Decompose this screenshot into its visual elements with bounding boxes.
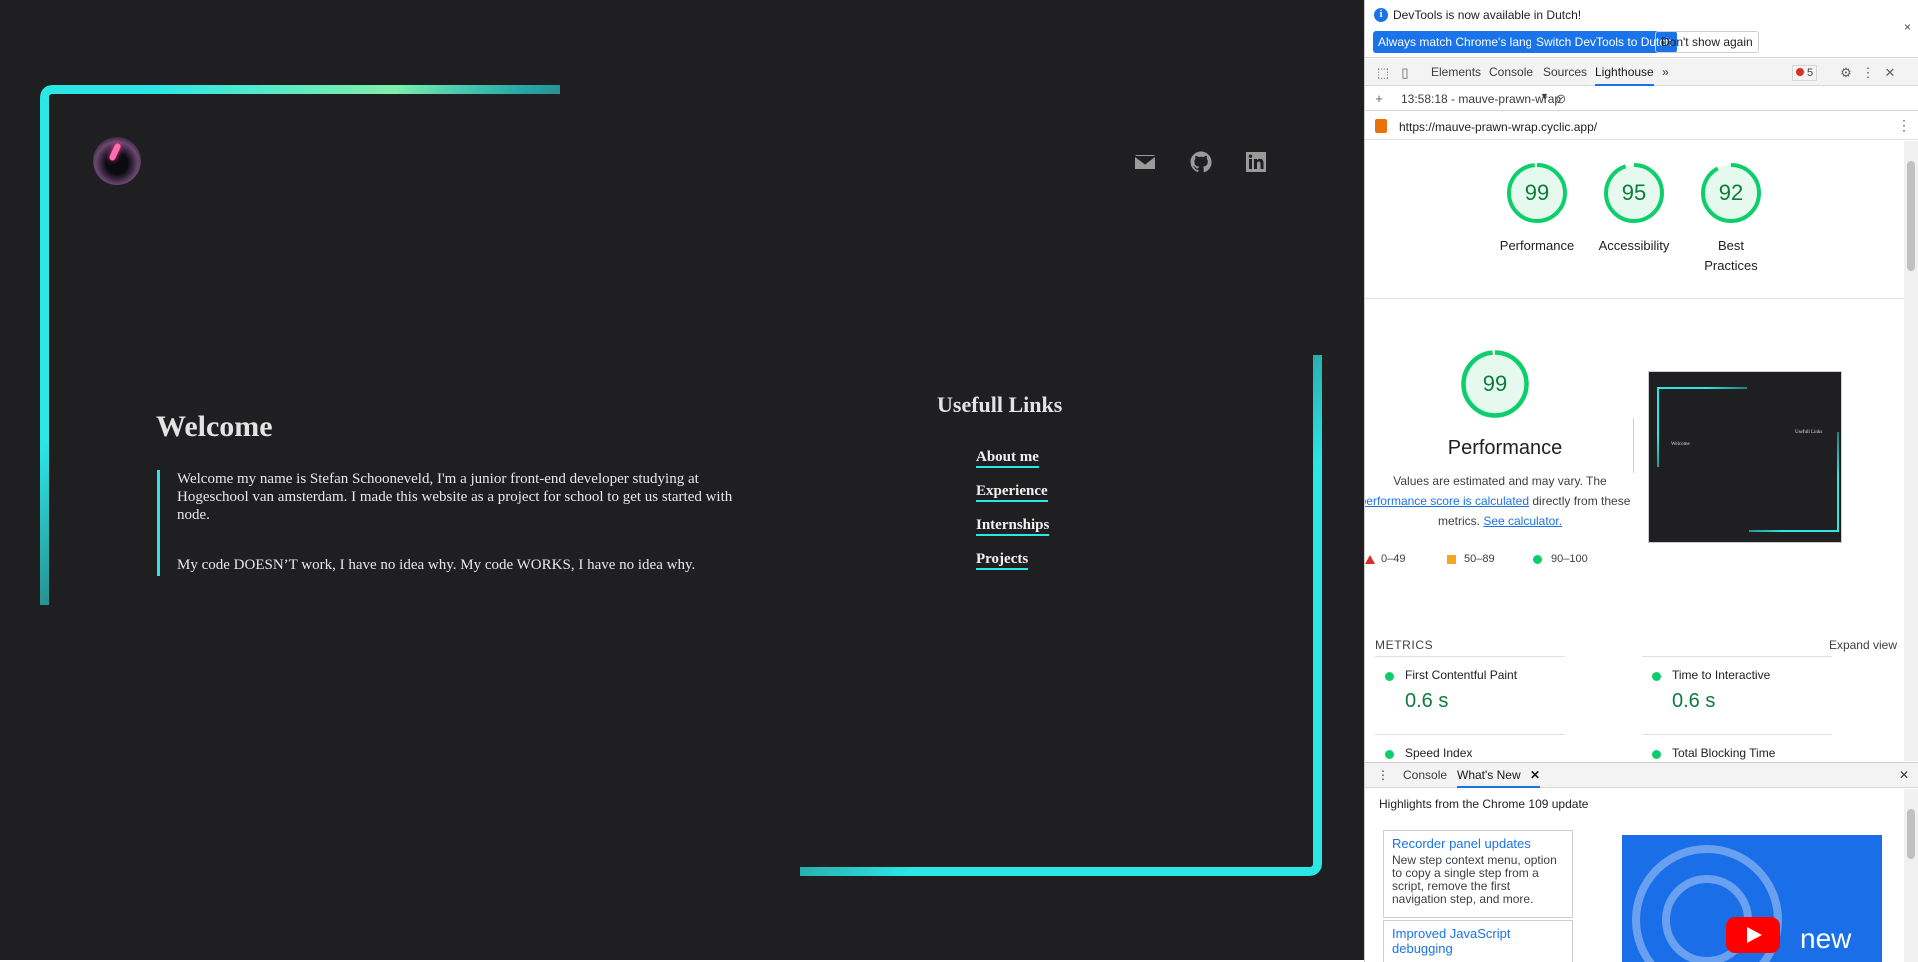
device-toolbar-icon[interactable]: ▯ <box>1397 65 1413 81</box>
drawer-scrollbar[interactable] <box>1904 789 1918 962</box>
quote-text: My code DOESN’T work, I have no idea why… <box>177 557 696 573</box>
lighthouse-logo-icon <box>1375 119 1387 133</box>
lighthouse-report: 99 Performance 95 Accessibility 92 Best … <box>1365 141 1918 761</box>
metric-speed-index: Speed Index <box>1375 734 1565 761</box>
performance-label: Performance <box>1499 238 1575 253</box>
chevron-down-icon[interactable]: ▼ <box>1540 91 1549 101</box>
useful-links-title: Usefull Links <box>937 392 1063 417</box>
legend-good: 90–100 <box>1551 553 1588 565</box>
performance-gauge[interactable]: 99 <box>1505 161 1569 225</box>
score-calculation-link[interactable]: performance score is calculated <box>1365 494 1529 508</box>
close-devtools-icon[interactable]: ✕ <box>1882 65 1898 81</box>
tab-lighthouse[interactable]: Lighthouse <box>1595 59 1654 86</box>
language-infobar: i DevTools is now available in Dutch! × … <box>1365 0 1918 58</box>
divider <box>1365 298 1905 299</box>
lighthouse-toolbar: + 13:58:18 - mauve-prawn-wrap ▼ ⊘ <box>1365 87 1918 111</box>
whats-new-panel: Highlights from the Chrome 109 update Re… <box>1365 789 1918 962</box>
good-score-icon <box>1652 750 1661 759</box>
metric-total-blocking-time: Total Blocking Time <box>1642 734 1832 761</box>
whats-new-video-thumbnail[interactable]: new <box>1622 835 1882 962</box>
report-selector[interactable]: 13:58:18 - mauve-prawn-wrap <box>1401 92 1561 106</box>
useful-links-list: About me Experience Internships Projects <box>976 448 1050 584</box>
devtools-panel: i DevTools is now available in Dutch! × … <box>1364 0 1918 962</box>
report-scrollbar[interactable] <box>1904 141 1918 761</box>
performance-large-gauge: 99 <box>1459 348 1531 420</box>
see-calculator-link[interactable]: See calculator. <box>1483 514 1562 528</box>
mail-icon[interactable] <box>1132 150 1158 174</box>
kebab-menu-icon[interactable]: ⋮ <box>1860 65 1876 81</box>
performance-section-title: Performance <box>1447 437 1563 459</box>
report-menu-icon[interactable]: ⋮ <box>1897 117 1911 134</box>
whats-new-headline: Highlights from the Chrome 109 update <box>1379 797 1589 811</box>
dont-show-again-button[interactable]: Don't show again <box>1655 31 1759 53</box>
drawer-tab-whats-new[interactable]: What's New ✕ <box>1457 763 1541 788</box>
whats-new-card-debugging[interactable]: Improved JavaScript debugging <box>1383 920 1573 962</box>
metric-time-to-interactive: Time to Interactive 0.6 s <box>1642 656 1832 722</box>
best-practices-label-line2: Practices <box>1704 258 1758 273</box>
infobar-text: DevTools is now available in Dutch! <box>1393 8 1582 22</box>
good-score-icon <box>1385 750 1394 759</box>
report-url[interactable]: https://mauve-prawn-wrap.cyclic.app/ <box>1399 120 1597 134</box>
divider <box>1633 418 1634 473</box>
decorative-frame-bottom-right <box>800 355 1322 876</box>
intro-blockquote: Welcome my name is Stefan Schooneveld, I… <box>157 470 757 576</box>
close-tab-icon[interactable]: ✕ <box>1530 768 1540 782</box>
clear-icon[interactable]: ⊘ <box>1553 91 1569 107</box>
devtools-tabbar: ⬚ ▯ Elements Console Sources Lighthouse … <box>1365 59 1918 86</box>
good-score-icon <box>1385 672 1394 681</box>
good-score-icon <box>1652 672 1661 681</box>
welcome-title: Welcome <box>156 410 273 443</box>
good-score-icon <box>1533 555 1542 564</box>
close-drawer-icon[interactable]: ✕ <box>1899 763 1909 788</box>
poor-score-icon <box>1365 555 1375 564</box>
drawer-tabbar: ⋮ Console What's New ✕ ✕ <box>1365 762 1918 788</box>
tab-console[interactable]: Console <box>1489 59 1533 86</box>
best-practices-label-line1: Best <box>1717 238 1744 253</box>
whats-new-card-recorder[interactable]: Recorder panel updates New step context … <box>1383 830 1573 918</box>
link-projects[interactable]: Projects <box>976 551 1029 570</box>
error-count-badge[interactable]: 5 <box>1792 65 1818 81</box>
inspect-element-icon[interactable]: ⬚ <box>1375 65 1391 81</box>
github-icon[interactable] <box>1188 150 1214 174</box>
youtube-play-icon[interactable] <box>1726 917 1780 953</box>
link-experience[interactable]: Experience <box>976 483 1048 502</box>
drawer-menu-icon[interactable]: ⋮ <box>1377 763 1389 788</box>
gear-icon[interactable]: ⚙ <box>1838 65 1854 81</box>
website-viewport: Welcome Welcome my name is Stefan Schoon… <box>0 0 1364 962</box>
legend-average: 50–89 <box>1464 553 1495 565</box>
site-logo[interactable] <box>93 137 141 185</box>
legend-poor: 0–49 <box>1381 553 1406 565</box>
drawer-tab-console[interactable]: Console <box>1403 763 1447 788</box>
metrics-heading: METRICS <box>1375 638 1434 652</box>
accessibility-gauge[interactable]: 95 <box>1602 161 1666 225</box>
metric-first-contentful-paint: First Contentful Paint 0.6 s <box>1375 656 1565 722</box>
average-score-icon <box>1447 555 1456 564</box>
linkedin-icon[interactable] <box>1243 150 1269 174</box>
report-url-bar: https://mauve-prawn-wrap.cyclic.app/ ⋮ <box>1365 112 1918 140</box>
info-icon: i <box>1374 8 1388 22</box>
close-icon[interactable]: × <box>1904 20 1911 34</box>
best-practices-gauge[interactable]: 92 <box>1699 161 1763 225</box>
more-tabs-icon[interactable]: » <box>1662 59 1669 86</box>
add-report-icon[interactable]: + <box>1371 91 1387 107</box>
link-about-me[interactable]: About me <box>976 449 1039 468</box>
expand-view-toggle[interactable]: Expand view <box>1829 638 1897 652</box>
link-internships[interactable]: Internships <box>976 517 1050 536</box>
page-screenshot-thumbnail[interactable]: Welcome Usefull Links <box>1648 371 1842 543</box>
tab-sources[interactable]: Sources <box>1543 59 1587 86</box>
accessibility-label: Accessibility <box>1598 238 1670 253</box>
intro-text: Welcome my name is Stefan Schooneveld, I… <box>177 471 733 523</box>
performance-description: Values are estimated and may vary. The p… <box>1365 471 1635 531</box>
tab-elements[interactable]: Elements <box>1431 59 1481 86</box>
